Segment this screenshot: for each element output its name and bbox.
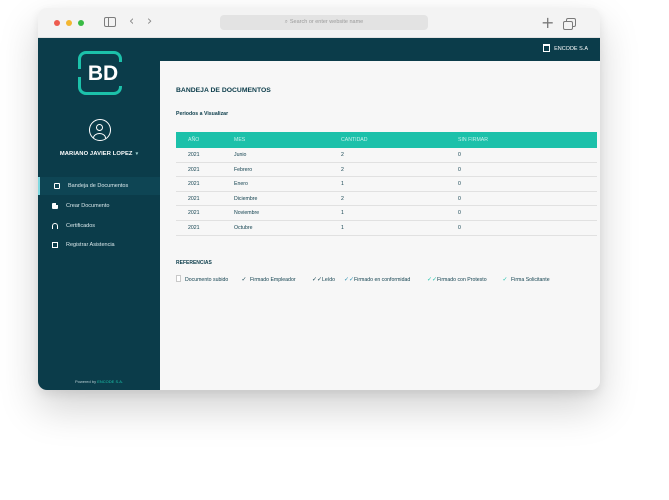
sidebar-item-crear-documento[interactable]: Crear Documento <box>38 197 160 215</box>
ref-read: ✓✓Leído <box>312 275 335 285</box>
ref-label: Firmado con Protesto <box>437 277 487 283</box>
search-icon: ⌕ <box>284 19 288 25</box>
bank-icon <box>543 44 551 52</box>
cell-year: 2021 <box>188 224 200 231</box>
cell-unsigned: 0 <box>458 195 461 202</box>
ref-label: Documento subido <box>185 277 229 283</box>
references-title: REFERENCIAS <box>176 260 212 266</box>
cell-unsigned: 0 <box>458 166 461 173</box>
cell-year: 2021 <box>188 195 200 202</box>
table-row[interactable]: 2021 Noviembre 1 0 <box>176 206 597 221</box>
address-placeholder: Search or enter website name <box>289 19 364 25</box>
company-name: ENCODE S.A <box>554 46 588 52</box>
qr-code-icon <box>52 242 58 248</box>
tab-overview-icon[interactable] <box>563 18 576 30</box>
documents-table: AÑO MES CANTIDAD SIN FIRMAR 2021 Junio 2… <box>176 132 597 236</box>
sidebar-item-label: Crear Documento <box>66 203 110 209</box>
browser-window: ‹ › ⌕ Search or enter website name + BD M… <box>38 8 600 390</box>
maximize-window-icon[interactable] <box>78 20 84 26</box>
cell-unsigned: 0 <box>458 152 461 158</box>
table-row[interactable]: 2021 Febrero 2 0 <box>176 163 597 178</box>
table-row[interactable]: 2021 Junio 2 0 <box>176 148 597 163</box>
cell-month: Noviembre <box>234 210 260 217</box>
cell-month: Enero <box>234 181 248 188</box>
ref-requester-signature: ✓ Firma Solicitante <box>501 275 550 285</box>
column-header-quantity[interactable]: CANTIDAD <box>341 132 368 148</box>
chevron-down-icon: ▾ <box>135 151 139 157</box>
cell-month: Febrero <box>234 166 253 173</box>
cell-quantity: 2 <box>341 152 344 158</box>
cell-year: 2021 <box>188 210 200 217</box>
new-tab-icon[interactable]: + <box>541 13 554 32</box>
back-arrow-icon[interactable]: ‹ <box>129 14 134 29</box>
browser-toolbar: ‹ › ⌕ Search or enter website name + <box>38 8 600 38</box>
sidebar-item-label: Bandeja de Documentos <box>68 183 129 189</box>
cell-unsigned: 0 <box>458 181 461 188</box>
forward-arrow-icon[interactable]: › <box>147 14 152 29</box>
ref-document-uploaded: Documento subido <box>176 275 228 285</box>
check-icon: ✓ <box>241 276 247 283</box>
ref-signed-employer: ✓ Firmado Empleador <box>240 275 296 285</box>
period-label: Periodos a Visualizar <box>176 111 229 117</box>
document-icon <box>52 203 58 209</box>
sidebar-item-label: Registrar Asistencia <box>66 242 115 248</box>
sidebar-item-label: Certificados <box>66 223 96 229</box>
column-header-year[interactable]: AÑO <box>188 132 199 148</box>
cell-quantity: 1 <box>341 210 344 217</box>
column-header-unsigned[interactable]: SIN FIRMAR <box>458 132 488 148</box>
address-bar[interactable]: ⌕ Search or enter website name <box>220 15 428 30</box>
cell-year: 2021 <box>188 181 200 188</box>
cell-year: 2021 <box>188 166 200 173</box>
user-menu[interactable]: MARIANO JAVIER LOPEZ ▾ <box>38 151 160 157</box>
sidebar: BD MARIANO JAVIER LOPEZ ▾ Bandeja de Docu… <box>38 38 160 390</box>
ref-label: Firmado Empleador <box>250 277 296 283</box>
app-logo[interactable]: BD <box>78 51 123 95</box>
sidebar-item-bandeja[interactable]: Bandeja de Documentos <box>38 177 160 195</box>
main-content: BANDEJA DE DOCUMENTOS Periodos a Visuali… <box>160 61 600 390</box>
ref-label: Firma Solicitante <box>511 277 550 283</box>
powered-by-prefix: Powered by <box>74 379 97 384</box>
page-title: BANDEJA DE DOCUMENTOS <box>176 87 271 94</box>
logo-text: BD <box>83 62 123 86</box>
column-header-month[interactable]: MES <box>234 132 245 148</box>
table-header: AÑO MES CANTIDAD SIN FIRMAR <box>176 132 597 148</box>
table-row[interactable]: 2021 Octubre 1 0 <box>176 221 597 236</box>
cell-year: 2021 <box>188 152 200 158</box>
cell-month: Octubre <box>234 224 253 231</box>
powered-by: Powered by ENCODE S.A. <box>38 379 160 384</box>
cell-quantity: 2 <box>341 195 344 202</box>
double-check-icon: ✓✓ <box>344 276 355 283</box>
cell-quantity: 2 <box>341 166 344 173</box>
table-row[interactable]: 2021 Diciembre 2 0 <box>176 192 597 207</box>
cell-unsigned: 0 <box>458 210 461 217</box>
ref-label: Leído <box>322 277 335 283</box>
headset-icon <box>52 223 58 229</box>
cell-month: Junio <box>234 152 247 158</box>
table-row[interactable]: 2021 Enero 1 0 <box>176 177 597 192</box>
check-icon: ✓ <box>502 276 508 283</box>
sidebar-item-certificados[interactable]: Certificados <box>38 217 160 235</box>
cell-quantity: 1 <box>341 181 344 188</box>
minimize-window-icon[interactable] <box>66 20 72 26</box>
user-avatar-icon[interactable] <box>89 119 111 141</box>
cell-quantity: 1 <box>341 224 344 231</box>
cell-month: Diciembre <box>234 195 258 202</box>
sidebar-item-registrar-asistencia[interactable]: Registrar Asistencia <box>38 236 160 254</box>
sidebar-toggle-icon[interactable] <box>104 17 116 27</box>
powered-by-brand[interactable]: ENCODE S.A. <box>97 379 123 384</box>
ref-signed-protest: ✓✓Firmado con Protesto <box>427 275 487 285</box>
close-window-icon[interactable] <box>54 20 60 26</box>
ref-label: Firmado en conformidad <box>354 277 411 283</box>
inbox-icon <box>54 183 60 189</box>
cell-unsigned: 0 <box>458 224 461 231</box>
company-selector[interactable]: ENCODE S.A <box>543 44 588 54</box>
ref-signed-conformity: ✓✓Firmado en conformidad <box>344 275 410 285</box>
double-check-icon: ✓✓ <box>312 276 323 283</box>
double-check-icon: ✓✓ <box>427 276 438 283</box>
top-bar: ENCODE S.A <box>160 38 600 61</box>
document-icon <box>176 275 181 282</box>
user-name: MARIANO JAVIER LOPEZ <box>59 151 133 157</box>
